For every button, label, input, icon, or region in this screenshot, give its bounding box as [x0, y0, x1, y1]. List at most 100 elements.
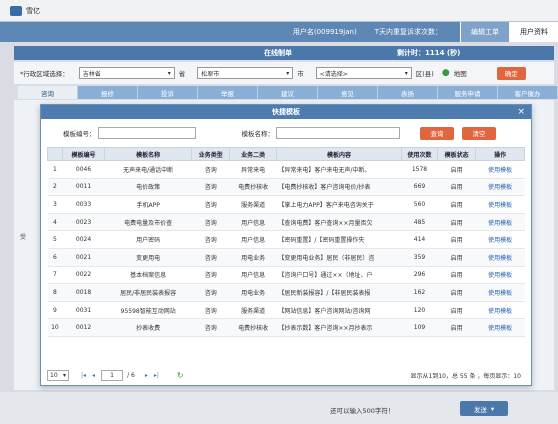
business-subtype: 用户信息 — [229, 266, 277, 285]
use-template-link[interactable]: 使用模板 — [488, 290, 512, 297]
table-row[interactable]: 7 0022 基本档案信息 咨询 用户信息 【咨询户口号】通过××（地址、户 296 启用 使用… — [47, 266, 525, 285]
code-label: 模板编号： — [63, 130, 96, 138]
table-row[interactable]: 9 0031 95598智能互动网站 咨询 服务渠道 【网站信息】客户咨询网站/咨询网 12… — [47, 301, 525, 320]
action-cell[interactable]: 使用模板 — [475, 195, 525, 214]
template-name: 手机APP — [104, 195, 192, 214]
last-page-icon[interactable]: ▸| — [154, 372, 159, 379]
tab-user-profile[interactable]: 用户资料 — [509, 22, 558, 42]
template-name: 电费电量及市价查 — [104, 213, 192, 232]
next-page-icon[interactable]: ▸ — [145, 372, 148, 379]
tab-category[interactable]: 投诉 — [138, 86, 198, 99]
page-number-input[interactable]: 1 — [101, 369, 124, 381]
template-name: 电价政策 — [104, 178, 192, 197]
template-status: 启用 — [437, 213, 476, 232]
use-count: 120 — [401, 301, 438, 320]
clear-button[interactable]: 清空 — [462, 126, 496, 140]
tab-category[interactable]: 报修 — [78, 86, 138, 99]
template-content: 【异常来电】客户来电无声/中断。 — [276, 160, 402, 179]
page-count: / 6 — [127, 371, 135, 379]
refresh-icon[interactable]: ↻ — [177, 371, 184, 380]
region-filter: *行政区域选择： 吉林省 ▾ 省 松原市 ▾ 市 <请选择> ▾ 区(县) ● 地图 … — [14, 62, 554, 84]
app-logo-icon — [10, 5, 22, 16]
use-template-link[interactable]: 使用模板 — [488, 325, 512, 332]
map-pin-icon[interactable]: ● — [442, 68, 450, 78]
action-cell[interactable]: 使用模板 — [475, 178, 525, 197]
template-code: 0022 — [62, 266, 105, 285]
prev-page-icon[interactable]: ◂ — [92, 372, 95, 379]
table-row[interactable]: 5 0024 用户密码 咨询 用户信息 【密码重置】/【密码重置操作失 414 启用 使用模板 — [47, 230, 525, 249]
page-size-select[interactable]: 10 ▾ — [47, 369, 69, 381]
use-template-link[interactable]: 使用模板 — [488, 184, 512, 191]
map-link[interactable]: 地图 — [454, 68, 467, 78]
template-code-input[interactable] — [97, 127, 196, 139]
table-row[interactable]: 3 0033 手机APP 咨询 服务渠道 【掌上电力APP】客户来电咨询关于 560 启用 使用… — [47, 195, 525, 214]
tab-category[interactable]: 意见 — [318, 86, 378, 99]
table-row[interactable]: 8 0018 居民/非居民装表报容 咨询 用电业务 【居民新装报容】/【非居民装表报 162… — [47, 283, 525, 302]
chevron-down-icon: ▾ — [490, 404, 495, 413]
use-template-link[interactable]: 使用模板 — [488, 308, 512, 315]
template-status: 启用 — [437, 266, 476, 285]
tab-category[interactable]: 建议 — [258, 86, 318, 99]
row-index: 1 — [47, 160, 63, 179]
category-tabs: 咨询 报修 投诉 举报 建议 意见 表扬 服务申请 客户催办 — [18, 86, 558, 99]
chevron-down-icon: ▾ — [286, 69, 290, 77]
template-code: 0031 — [62, 301, 105, 320]
business-type: 咨询 — [191, 248, 230, 267]
use-template-link[interactable]: 使用模板 — [488, 167, 512, 174]
template-search-row: 模板编号： 模板名称： 查询 清空 — [41, 123, 533, 143]
action-cell[interactable]: 使用模板 — [475, 266, 525, 285]
search-button[interactable]: 查询 — [420, 126, 454, 140]
first-page-icon[interactable]: |◂ — [81, 372, 86, 379]
tab-category[interactable]: 举报 — [198, 86, 258, 99]
row-index: 9 — [47, 301, 63, 320]
col-code: 模板编号 — [61, 147, 106, 161]
use-template-link[interactable]: 使用模板 — [488, 202, 512, 209]
tab-category[interactable]: 客户催办 — [498, 86, 558, 99]
confirm-button[interactable]: 确定 — [496, 66, 526, 80]
send-button[interactable]: 发送 ▾ — [460, 401, 508, 416]
tab-category[interactable]: 表扬 — [378, 86, 438, 99]
template-status: 启用 — [437, 160, 476, 179]
col-status: 模板状态 — [437, 147, 477, 161]
template-code: 0021 — [62, 248, 105, 267]
business-type: 咨询 — [191, 318, 230, 337]
province-select[interactable]: 吉林省 ▾ — [78, 67, 175, 79]
action-cell[interactable]: 使用模板 — [475, 301, 525, 320]
table-row[interactable]: 6 0021 变更用电 咨询 用电业务 【变更用电业务】居民（非居民）咨 359 启用 使用模板 — [47, 248, 525, 267]
tab-edit-ticket[interactable]: 编辑工单 — [460, 22, 509, 42]
close-icon[interactable]: × — [517, 107, 525, 117]
city-select[interactable]: 松原市 ▾ — [197, 67, 294, 79]
action-cell[interactable]: 使用模板 — [475, 283, 525, 302]
use-count: 560 — [401, 195, 438, 214]
use-template-link[interactable]: 使用模板 — [488, 220, 512, 227]
use-template-link[interactable]: 使用模板 — [488, 255, 512, 262]
use-template-link[interactable]: 使用模板 — [488, 272, 512, 279]
template-name: 居民/非居民装表报容 — [104, 283, 192, 302]
action-cell[interactable]: 使用模板 — [475, 248, 525, 267]
use-count: 162 — [401, 283, 438, 302]
action-cell[interactable]: 使用模板 — [475, 160, 525, 179]
action-cell[interactable]: 使用模板 — [475, 213, 525, 232]
template-status: 启用 — [437, 318, 476, 337]
template-status: 启用 — [437, 283, 476, 302]
col-content: 模板内容 — [275, 147, 402, 161]
template-status: 启用 — [437, 248, 476, 267]
table-row[interactable]: 4 0023 电费电量及市价查 咨询 用户信息 【查询电费】客户查询××月量否欠 485 启用… — [47, 213, 525, 232]
row-index: 2 — [47, 178, 63, 197]
use-template-link[interactable]: 使用模板 — [488, 237, 512, 244]
table-row[interactable]: 1 0046 无声来电/通话中断 咨询 异常来电 【异常来电】客户来电无声/中断。 1578… — [47, 160, 525, 179]
tab-category[interactable]: 服务申请 — [438, 86, 498, 99]
county-suffix: 区(县) — [415, 70, 434, 78]
tab-category[interactable]: 咨询 — [18, 86, 78, 99]
table-row[interactable]: 2 0011 电价政策 咨询 电费抄核收 【电费抄核收】客户咨询电价/抄表 669 启用 使用模… — [47, 178, 525, 197]
action-cell[interactable]: 使用模板 — [475, 230, 525, 249]
action-cell[interactable]: 使用模板 — [475, 318, 525, 337]
template-code: 0033 — [62, 195, 105, 214]
window-titlebar: 雪亿 — [0, 0, 558, 22]
row-index: 4 — [47, 213, 63, 232]
use-count: 669 — [401, 178, 438, 197]
template-name-input[interactable] — [276, 127, 400, 139]
table-row[interactable]: 10 0012 抄表收费 咨询 电费抄核收 【抄表示数】客户咨询××月抄表示 109 启用 使用… — [47, 318, 525, 337]
county-select[interactable]: <请选择> ▾ — [315, 67, 412, 79]
row-index: 10 — [47, 318, 63, 337]
